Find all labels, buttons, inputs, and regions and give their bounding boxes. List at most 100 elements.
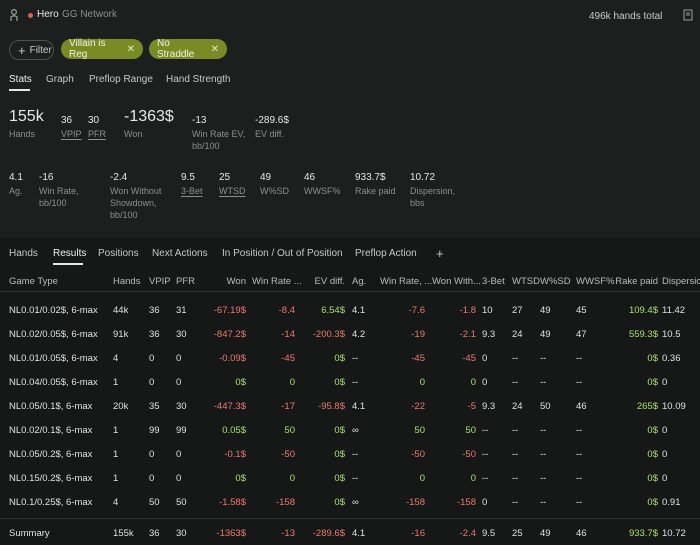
column-header-won[interactable]: Won xyxy=(200,276,246,287)
table-row-6-winrate-ev: 50 xyxy=(284,425,295,436)
table-row-7-hands: 1 xyxy=(113,449,119,460)
stat-pfr[interactable]: 30 PFR xyxy=(88,115,106,140)
table-row-5-won-without: -5 xyxy=(467,401,476,412)
table-row-6-wtsd: -- xyxy=(512,425,519,436)
hero-name[interactable]: Hero xyxy=(37,9,59,20)
tab-in-position[interactable]: In Position / Out of Position xyxy=(222,248,343,259)
table-row-1-wsd: 49 xyxy=(540,305,551,316)
filter-tag-villain-reg[interactable]: Villain is Reg ✕ xyxy=(61,38,143,60)
filter-tag-no-straddle[interactable]: No Straddle ✕ xyxy=(149,38,227,60)
tab-results[interactable]: Results xyxy=(53,248,86,259)
export-icon[interactable] xyxy=(683,9,693,21)
tab-graph[interactable]: Graph xyxy=(46,74,74,85)
table-row-3-rake: 0$ xyxy=(647,353,658,364)
stat-3bet[interactable]: 9.5 3-Bet xyxy=(181,172,203,197)
table-row-7-3bet: -- xyxy=(482,449,489,460)
column-header-winrate[interactable]: Win Rate, ... xyxy=(380,276,432,287)
close-icon[interactable]: ✕ xyxy=(211,44,219,55)
table-row-7-won: -0.1$ xyxy=(224,449,246,460)
tab-preflop-range[interactable]: Preflop Range xyxy=(89,74,153,85)
table-row-8-ev-diff: 0$ xyxy=(334,473,345,484)
summary-winrate-ev: -13 xyxy=(281,528,295,539)
table-row-7-winrate: -50 xyxy=(411,449,425,460)
add-filter-button[interactable]: + Filter xyxy=(9,40,54,60)
filter-tag-label: Villain is Reg xyxy=(69,38,106,60)
table-row-6-ag: ∞ xyxy=(352,425,359,436)
add-tab-button[interactable]: + xyxy=(436,246,444,261)
table-row-6-dispersion: 0 xyxy=(662,425,668,436)
table-row-8-rake: 0$ xyxy=(647,473,658,484)
table-row-9-won: -1.58$ xyxy=(219,497,246,508)
tab-next-actions[interactable]: Next Actions xyxy=(152,248,208,259)
table-row-2-winrate: -19 xyxy=(411,329,425,340)
table-row-8-hands: 1 xyxy=(113,473,119,484)
column-header-game-type[interactable]: Game Type xyxy=(9,276,114,287)
table-row-2-rake: 559.3$ xyxy=(628,329,658,340)
table-row-3-ag: -- xyxy=(352,353,359,364)
summary-wtsd: 25 xyxy=(512,528,523,539)
summary-won: -1363$ xyxy=(216,528,246,539)
header-divider xyxy=(0,291,700,292)
table-row-2-pfr: 30 xyxy=(176,329,187,340)
column-header-wsd[interactable]: W%SD xyxy=(540,276,571,287)
table-row-5-wtsd: 24 xyxy=(512,401,523,412)
table-row-1-vpip: 36 xyxy=(149,305,160,316)
table-row-2-wsd: 49 xyxy=(540,329,551,340)
table-row-4-winrate: 0 xyxy=(419,377,425,388)
column-header-wtsd[interactable]: WTSD xyxy=(512,276,540,287)
table-row-2-ev-diff: -200.3$ xyxy=(312,329,345,340)
network-name: GG Network xyxy=(62,9,118,20)
close-icon[interactable]: ✕ xyxy=(127,44,135,55)
table-row-1-ev-diff: 6.54$ xyxy=(321,305,345,316)
table-row-8-vpip: 0 xyxy=(149,473,155,484)
table-row-7-ag: -- xyxy=(352,449,359,460)
summary-game-type: Summary xyxy=(9,528,50,539)
tab-positions[interactable]: Positions xyxy=(98,248,139,259)
table-row-9-game-type: NL0.1/0.25$, 6-max xyxy=(9,497,93,508)
summary-divider xyxy=(0,518,700,519)
tab-hands[interactable]: Hands xyxy=(9,248,38,259)
column-header-won-without[interactable]: Won With... xyxy=(432,276,481,287)
column-header-rake[interactable]: Rake paid xyxy=(600,276,658,287)
column-header-3bet[interactable]: 3-Bet xyxy=(482,276,505,287)
table-row-5-ev-diff: -95.8$ xyxy=(318,401,345,412)
table-row-4-wwsf: -- xyxy=(576,377,583,388)
summary-won-without: -2.4 xyxy=(459,528,476,539)
table-row-1-hands: 44k xyxy=(113,305,129,316)
table-row-4-vpip: 0 xyxy=(149,377,155,388)
summary-hands: 155k xyxy=(113,528,134,539)
table-row-1-won: -67.19$ xyxy=(213,305,246,316)
table-row-2-dispersion: 10.5 xyxy=(662,329,681,340)
table-row-7-ev-diff: 0$ xyxy=(334,449,345,460)
summary-winrate: -16 xyxy=(411,528,425,539)
table-row-4-ev-diff: 0$ xyxy=(334,377,345,388)
table-row-2-wtsd: 24 xyxy=(512,329,523,340)
column-header-hands[interactable]: Hands xyxy=(113,276,140,287)
stat-won: -1363$ Won xyxy=(124,108,174,139)
table-row-8-game-type: NL0.15/0.2$, 6-max xyxy=(9,473,93,484)
summary-ev-diff: -289.6$ xyxy=(312,528,345,539)
table-row-3-game-type: NL0.01/0.05$, 6-max xyxy=(9,353,98,364)
column-header-vpip[interactable]: VPIP xyxy=(149,276,171,287)
column-header-dispersion[interactable]: Dispersio... xyxy=(662,276,700,287)
stat-wtsd[interactable]: 25 WTSD xyxy=(219,172,246,197)
stat-vpip[interactable]: 36 VPIP xyxy=(61,115,82,140)
active-tab-indicator xyxy=(53,263,83,265)
tab-preflop-action[interactable]: Preflop Action xyxy=(355,248,417,259)
tab-hand-strength[interactable]: Hand Strength xyxy=(166,74,231,85)
table-row-5-hands: 20k xyxy=(113,401,129,412)
tab-stats[interactable]: Stats xyxy=(9,74,32,85)
table-row-3-wwsf: -- xyxy=(576,353,583,364)
table-row-7-pfr: 0 xyxy=(176,449,182,460)
column-header-wwsf[interactable]: WWSF% xyxy=(576,276,615,287)
column-header-winrate-ev[interactable]: Win Rate ... xyxy=(252,276,302,287)
column-header-ag[interactable]: Ag. xyxy=(352,276,372,287)
table-row-6-3bet: -- xyxy=(482,425,489,436)
table-row-6-ev-diff: 0$ xyxy=(334,425,345,436)
table-row-7-vpip: 0 xyxy=(149,449,155,460)
column-header-pfr[interactable]: PFR xyxy=(176,276,196,287)
stat-wsd: 49 W%SD xyxy=(260,172,289,196)
table-row-7-winrate-ev: -50 xyxy=(281,449,295,460)
table-row-2-hands: 91k xyxy=(113,329,129,340)
column-header-ev-diff[interactable]: EV diff. xyxy=(300,276,345,287)
